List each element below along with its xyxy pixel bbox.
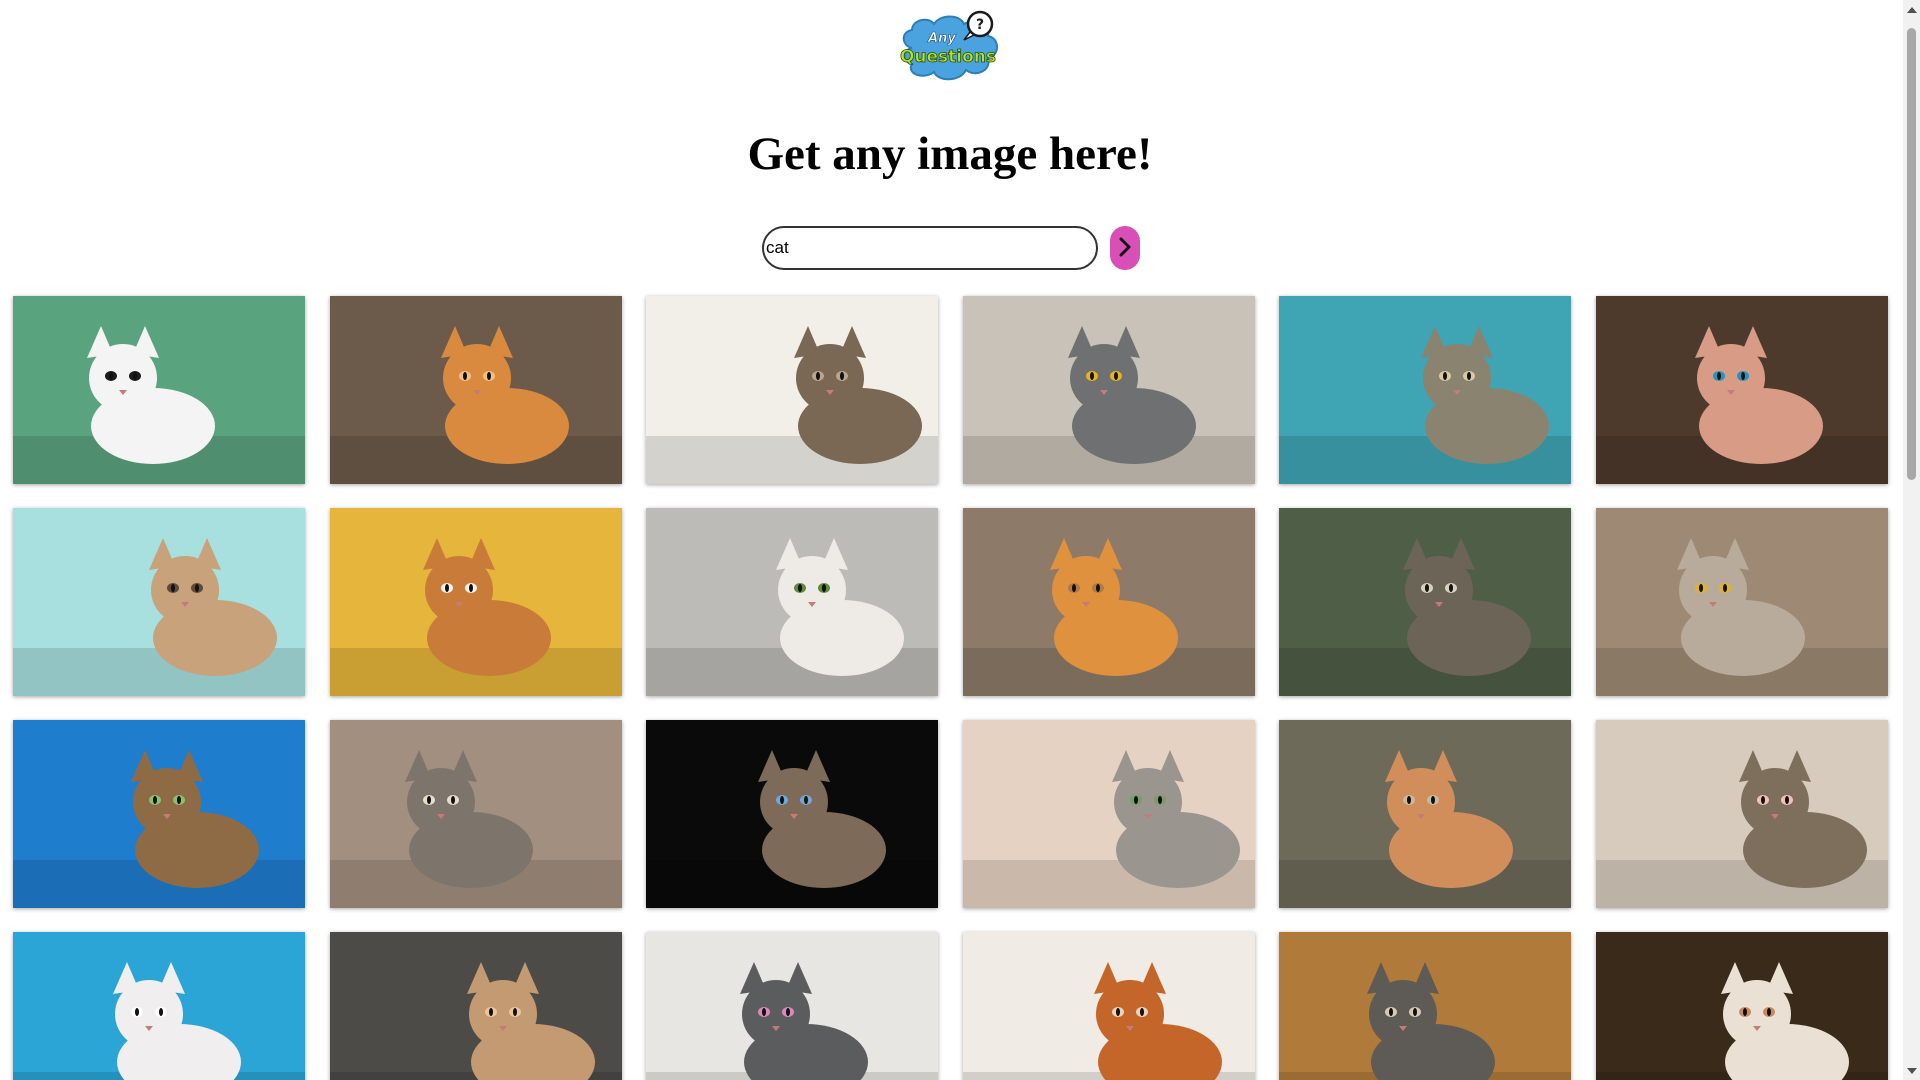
cat-photo-thumbnail [962,932,1255,1080]
result-image[interactable] [1595,932,1888,1080]
cat-photo-thumbnail [1279,720,1572,908]
result-image[interactable] [646,508,939,696]
logo-line-1: Any [927,31,956,46]
search-input[interactable] [762,226,1098,270]
result-image[interactable] [1279,720,1572,908]
result-image[interactable] [1279,296,1572,484]
cat-photo-thumbnail [13,296,305,484]
cat-photo-thumbnail [1595,508,1888,696]
cat-photo-thumbnail [329,720,622,908]
vertical-scrollbar[interactable] [1903,0,1920,1080]
cat-photo-thumbnail [646,932,939,1080]
cat-photo-thumbnail [646,508,939,696]
result-image[interactable] [329,296,622,484]
cat-photo-thumbnail [13,720,305,908]
result-image[interactable] [1595,296,1888,484]
cat-photo-thumbnail [13,508,305,696]
cat-photo-thumbnail [13,932,305,1080]
chevron-right-icon [1116,235,1134,262]
cat-photo-thumbnail [1279,296,1572,484]
result-image[interactable] [1595,720,1888,908]
cat-photo-thumbnail [329,932,622,1080]
result-image[interactable] [962,508,1255,696]
result-image[interactable] [329,508,622,696]
result-image[interactable] [646,296,939,484]
result-image[interactable] [646,720,939,908]
cat-photo-thumbnail [962,720,1255,908]
any-questions-logo[interactable]: ? Any Questions [898,8,1002,84]
cat-photo-thumbnail [329,508,622,696]
page: ? Any Questions Get any image here! [0,0,1920,1080]
result-image[interactable] [646,932,939,1080]
scroll-thumb[interactable] [1907,28,1916,480]
scroll-down-arrow-icon[interactable] [1907,1068,1917,1074]
search-submit-button[interactable] [1110,226,1140,270]
result-image[interactable] [13,508,305,696]
cat-photo-thumbnail [646,296,939,484]
cat-photo-thumbnail [962,296,1255,484]
logo-line-2: Questions [900,47,996,67]
cat-photo-thumbnail [329,296,622,484]
page-title: Get any image here! [747,128,1153,180]
cat-photo-thumbnail [1279,508,1572,696]
cat-photo-thumbnail [1595,932,1888,1080]
result-image[interactable] [962,932,1255,1080]
result-image[interactable] [13,296,305,484]
svg-text:?: ? [976,17,984,33]
cat-photo-thumbnail [1279,932,1572,1080]
result-image[interactable] [1279,932,1572,1080]
result-image[interactable] [13,720,305,908]
image-results-grid [13,296,1889,1080]
result-image[interactable] [13,932,305,1080]
result-image[interactable] [329,932,622,1080]
search-bar [762,225,1140,271]
result-image[interactable] [1279,508,1572,696]
result-image[interactable] [329,720,622,908]
scroll-up-arrow-icon[interactable] [1907,7,1917,13]
result-image[interactable] [1595,508,1888,696]
cat-photo-thumbnail [1595,720,1888,908]
cat-photo-thumbnail [1595,296,1888,484]
cat-photo-thumbnail [962,508,1255,696]
cat-photo-thumbnail [646,720,939,908]
result-image[interactable] [962,296,1255,484]
result-image[interactable] [962,720,1255,908]
